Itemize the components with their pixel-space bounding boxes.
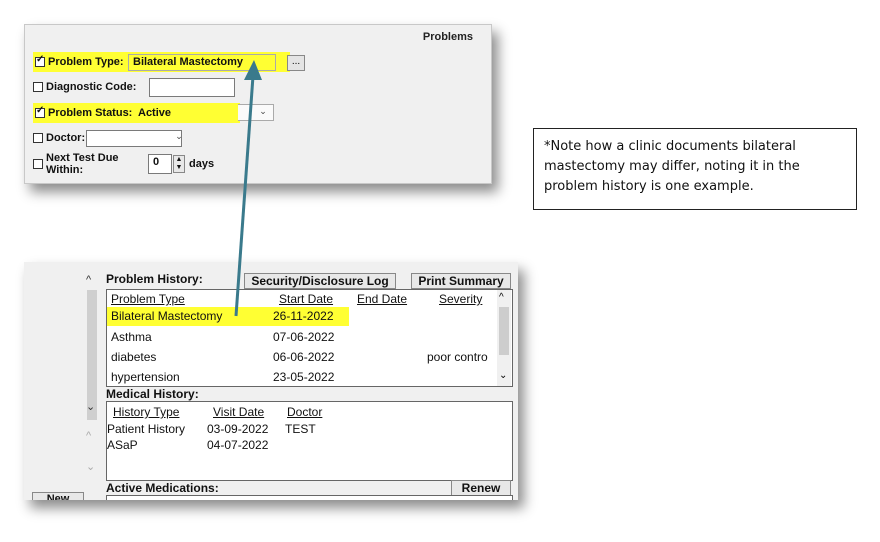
next-test-row: Next Test Due Within: 0 ▲ ▼ days (33, 152, 215, 176)
renew-button[interactable]: Renew (451, 480, 511, 496)
left-scroll-column: ^ ⌄ ^ ⌄ (82, 262, 104, 500)
column-header-visit-date[interactable]: Visit Date (213, 405, 264, 419)
print-summary-button[interactable]: Print Summary (411, 273, 511, 289)
problem-type-row: Problem Type: Bilateral Mastectomy (33, 52, 290, 72)
table-row[interactable]: hypertension (111, 370, 180, 384)
next-test-checkbox[interactable] (33, 159, 43, 169)
chevron-down-icon[interactable]: ⌄ (499, 370, 507, 381)
problems-header: Problems (422, 31, 473, 43)
row-start-date: 26-11-2022 (273, 309, 334, 323)
patient-summary-panel: ^ ⌄ ^ ⌄ Problem History: Security/Disclo… (24, 262, 518, 500)
chevron-down-icon[interactable]: ⌄ (86, 460, 95, 473)
problem-status-row: Problem Status: Active (33, 103, 240, 123)
problem-history-scrollbar[interactable]: ^ ⌄ (497, 290, 511, 386)
next-test-label: Next Test Due Within: (46, 152, 119, 176)
doctor-select[interactable] (86, 129, 182, 147)
next-test-stepper[interactable]: ▲ ▼ (173, 155, 185, 173)
row-start-date: 06-06-2022 (273, 350, 335, 364)
doctor-row: Doctor: (33, 128, 182, 148)
annotation-note: *Note how a clinic documents bilateral m… (533, 128, 857, 210)
table-row[interactable]: Patient History (107, 422, 185, 436)
column-header-end-date[interactable]: End Date (357, 292, 407, 306)
chevron-up-icon[interactable]: ^ (499, 292, 504, 303)
column-header-history-type[interactable]: History Type (113, 405, 179, 419)
problem-type-label: Problem Type: (48, 56, 124, 68)
active-medications-list[interactable] (106, 495, 513, 500)
column-header-problem-type[interactable]: Problem Type (111, 292, 185, 306)
table-row[interactable]: ASaP (107, 438, 138, 452)
diagnostic-code-row: Diagnostic Code: (33, 77, 235, 97)
row-doctor: TEST (285, 422, 316, 436)
medical-history-label: Medical History: (106, 387, 199, 401)
column-header-doctor[interactable]: Doctor (287, 405, 322, 419)
problem-history-label: Problem History: (106, 272, 203, 286)
problem-status-checkbox[interactable] (35, 105, 45, 118)
active-medications-label: Active Medications: (106, 481, 219, 495)
doctor-checkbox[interactable] (33, 133, 43, 143)
problem-history-list[interactable]: Problem Type Start Date End Date Severit… (106, 289, 513, 387)
chevron-down-icon: ⌄ (259, 106, 267, 116)
problem-status-label: Problem Status: (48, 107, 133, 119)
diagnostic-code-field[interactable] (149, 77, 235, 97)
diagnostic-code-checkbox[interactable] (33, 82, 43, 92)
problem-type-field[interactable]: Bilateral Mastectomy (128, 53, 276, 71)
problem-form-panel: Problems Problem Type: Bilateral Mastect… (24, 24, 492, 184)
chevron-down-icon: ⌄ (175, 131, 183, 141)
column-header-severity[interactable]: Severity (439, 292, 482, 306)
row-visit-date: 04-07-2022 (207, 438, 269, 452)
next-test-input[interactable]: 0 (148, 154, 172, 174)
problem-type-checkbox[interactable] (35, 54, 45, 67)
left-nav-column (24, 262, 82, 500)
column-header-start-date[interactable]: Start Date (279, 292, 333, 306)
table-row[interactable]: diabetes (111, 350, 156, 364)
next-test-unit: days (189, 158, 215, 170)
security-disclosure-log-button[interactable]: Security/Disclosure Log (244, 273, 396, 289)
table-row[interactable]: Bilateral Mastectomy (111, 309, 222, 323)
scrollbar-thumb[interactable] (499, 307, 509, 355)
row-visit-date: 03-09-2022 (207, 422, 269, 436)
medical-history-list[interactable]: History Type Visit Date Doctor Patient H… (106, 401, 513, 481)
chevron-down-icon[interactable]: ⌄ (86, 400, 95, 413)
problem-type-browse-button[interactable]: ... (287, 55, 305, 71)
row-start-date: 07-06-2022 (273, 330, 335, 344)
doctor-label: Doctor: (46, 132, 86, 144)
new-button[interactable]: New (32, 492, 84, 500)
problem-status-dropdown[interactable]: ⌄ (238, 104, 274, 121)
table-row[interactable]: Asthma (111, 330, 152, 344)
diagnostic-code-label: Diagnostic Code: (46, 81, 137, 93)
chevron-up-icon[interactable]: ^ (86, 274, 91, 286)
row-start-date: 23-05-2022 (273, 370, 335, 384)
problem-status-value[interactable]: Active (138, 107, 171, 119)
chevron-up-icon[interactable]: ^ (86, 430, 91, 442)
row-severity: poor contro (427, 350, 488, 364)
